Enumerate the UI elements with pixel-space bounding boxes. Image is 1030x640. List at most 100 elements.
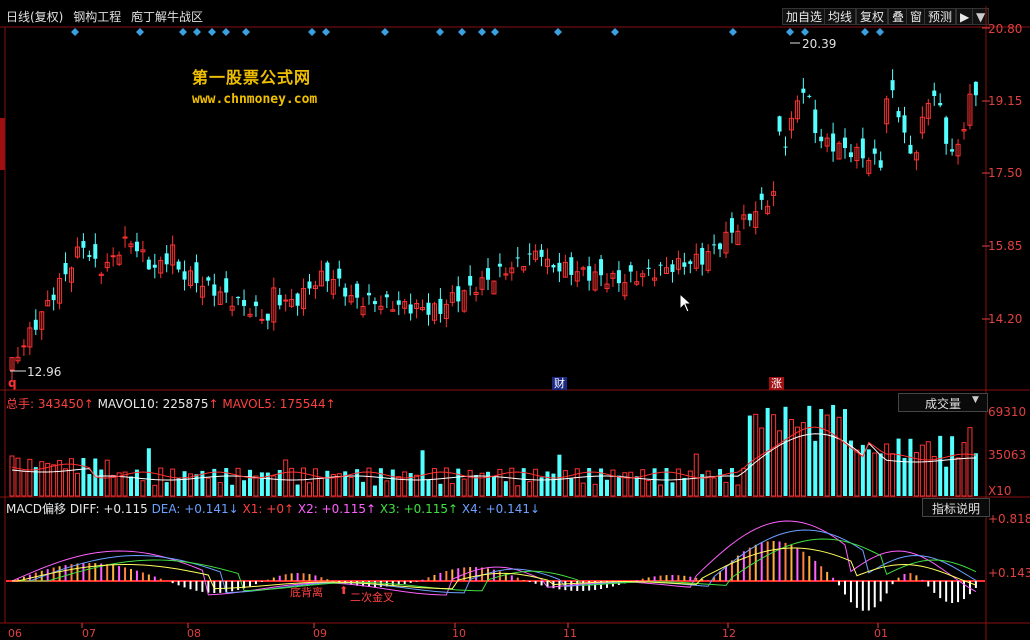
volume-bar — [87, 474, 92, 496]
indicator-help-button[interactable]: 指标说明 — [922, 498, 990, 517]
volume-bar — [813, 440, 818, 496]
volume-bar — [176, 477, 181, 496]
volume-bar — [902, 457, 907, 496]
macd-axis-label: +0.143 — [988, 566, 1030, 580]
volume-bar — [551, 473, 556, 496]
volume-bar — [259, 472, 264, 496]
volume-bar — [605, 479, 609, 496]
volume-bar — [925, 441, 931, 497]
volume-axis-label: 69310 — [988, 405, 1027, 419]
volume-bar — [836, 416, 842, 497]
price-axis-label: 19.15 — [988, 94, 1023, 108]
diamond-marker-icon — [554, 28, 562, 36]
candle-body — [51, 294, 56, 301]
volume-bar — [205, 477, 211, 497]
candle-body — [801, 88, 806, 93]
volume-bar — [497, 468, 503, 497]
chevron-down-icon[interactable]: ▼ — [972, 395, 979, 405]
volume-bar — [253, 475, 259, 497]
volume-bar — [807, 405, 812, 496]
candle-body — [367, 292, 371, 296]
event-up-tag[interactable]: 涨 — [769, 377, 784, 390]
volume-bar — [152, 484, 158, 497]
price-axis-label: 15.85 — [988, 239, 1023, 253]
candle-body — [807, 95, 812, 97]
diamond-marker-icon — [436, 28, 444, 36]
diamond-marker-icon — [729, 28, 737, 36]
volume-bar — [711, 477, 717, 497]
volume-bar — [426, 479, 431, 496]
volume-bar — [9, 455, 15, 497]
x-axis-label: 12 — [722, 627, 736, 640]
volume-bar — [628, 471, 634, 497]
volume-bar — [182, 471, 187, 496]
volume-bar — [318, 477, 324, 497]
candle-body — [110, 255, 116, 258]
volume-bar — [687, 470, 693, 497]
volume-legend: 总手: 343450↑ MAVOL10: 225875↑ MAVOL5: 175… — [6, 397, 336, 411]
volume-bar — [301, 467, 307, 497]
volume-bar — [164, 482, 169, 496]
candle-body — [599, 259, 604, 276]
volume-bar — [592, 483, 598, 497]
candle-body — [21, 345, 27, 348]
x-axis-label: 07 — [82, 627, 96, 640]
volume-bar — [51, 464, 57, 497]
volume-bar — [646, 479, 652, 497]
candle-body — [718, 243, 723, 250]
volume-bar — [15, 457, 21, 497]
candle-body — [628, 265, 633, 272]
volume-bar — [735, 484, 741, 497]
diamond-marker-icon — [801, 28, 809, 36]
candle-body — [670, 264, 675, 272]
volume-bar — [467, 469, 473, 497]
candle-body — [860, 138, 865, 159]
candle-body — [253, 301, 258, 307]
event-finance-tag[interactable]: 财 — [552, 377, 567, 390]
candle-body — [438, 298, 443, 314]
volume-bar — [890, 453, 896, 497]
candle-body — [688, 261, 693, 264]
candle-body — [325, 262, 330, 282]
volume-bar — [361, 481, 366, 496]
candle-body — [224, 278, 229, 293]
candle-body — [396, 300, 401, 305]
second-golden-cross-label: 二次金叉 — [350, 591, 394, 604]
diamond-marker-icon — [786, 28, 794, 36]
candle-body — [682, 262, 687, 267]
volume-bar — [194, 474, 199, 496]
volume-axis-label: 35063 — [988, 448, 1027, 462]
volume-bar — [456, 468, 461, 496]
volume-bar — [967, 427, 973, 497]
candle-body — [527, 253, 532, 255]
price-axis-label: 17.50 — [988, 166, 1023, 180]
candle-body — [759, 193, 764, 200]
volume-bar — [158, 467, 164, 497]
volume-bar — [950, 436, 955, 496]
candle-body — [813, 109, 818, 134]
volume-bar — [640, 469, 646, 497]
volume-bar — [420, 450, 425, 496]
volume-bar — [129, 476, 133, 496]
volume-bar — [461, 478, 467, 497]
up-arrow-icon: ⬆ — [339, 584, 349, 597]
volume-bar — [771, 414, 777, 497]
x-axis-label: 06 — [8, 627, 22, 640]
volume-bar — [170, 468, 176, 497]
candle-body — [497, 263, 502, 267]
volume-bar — [705, 470, 711, 497]
indicator-help-label: 指标说明 — [932, 502, 981, 516]
candle-body — [902, 115, 907, 133]
volume-bar — [217, 482, 223, 497]
candle-body — [587, 266, 592, 281]
macd-legend: MACD偏移 DIFF: +0.115 DEA: +0.141↓ X1: +0↑… — [6, 502, 541, 516]
macd-x4: X4: +0.141 — [461, 502, 530, 516]
volume-bar — [622, 472, 628, 497]
candle-body — [63, 263, 68, 275]
diamond-marker-icon — [308, 28, 316, 36]
volume-bar — [961, 442, 967, 497]
volume-bar — [533, 468, 539, 497]
candle-body — [557, 262, 562, 272]
volume-bar — [616, 475, 621, 496]
macd-x1: X1: +0 — [242, 502, 284, 516]
